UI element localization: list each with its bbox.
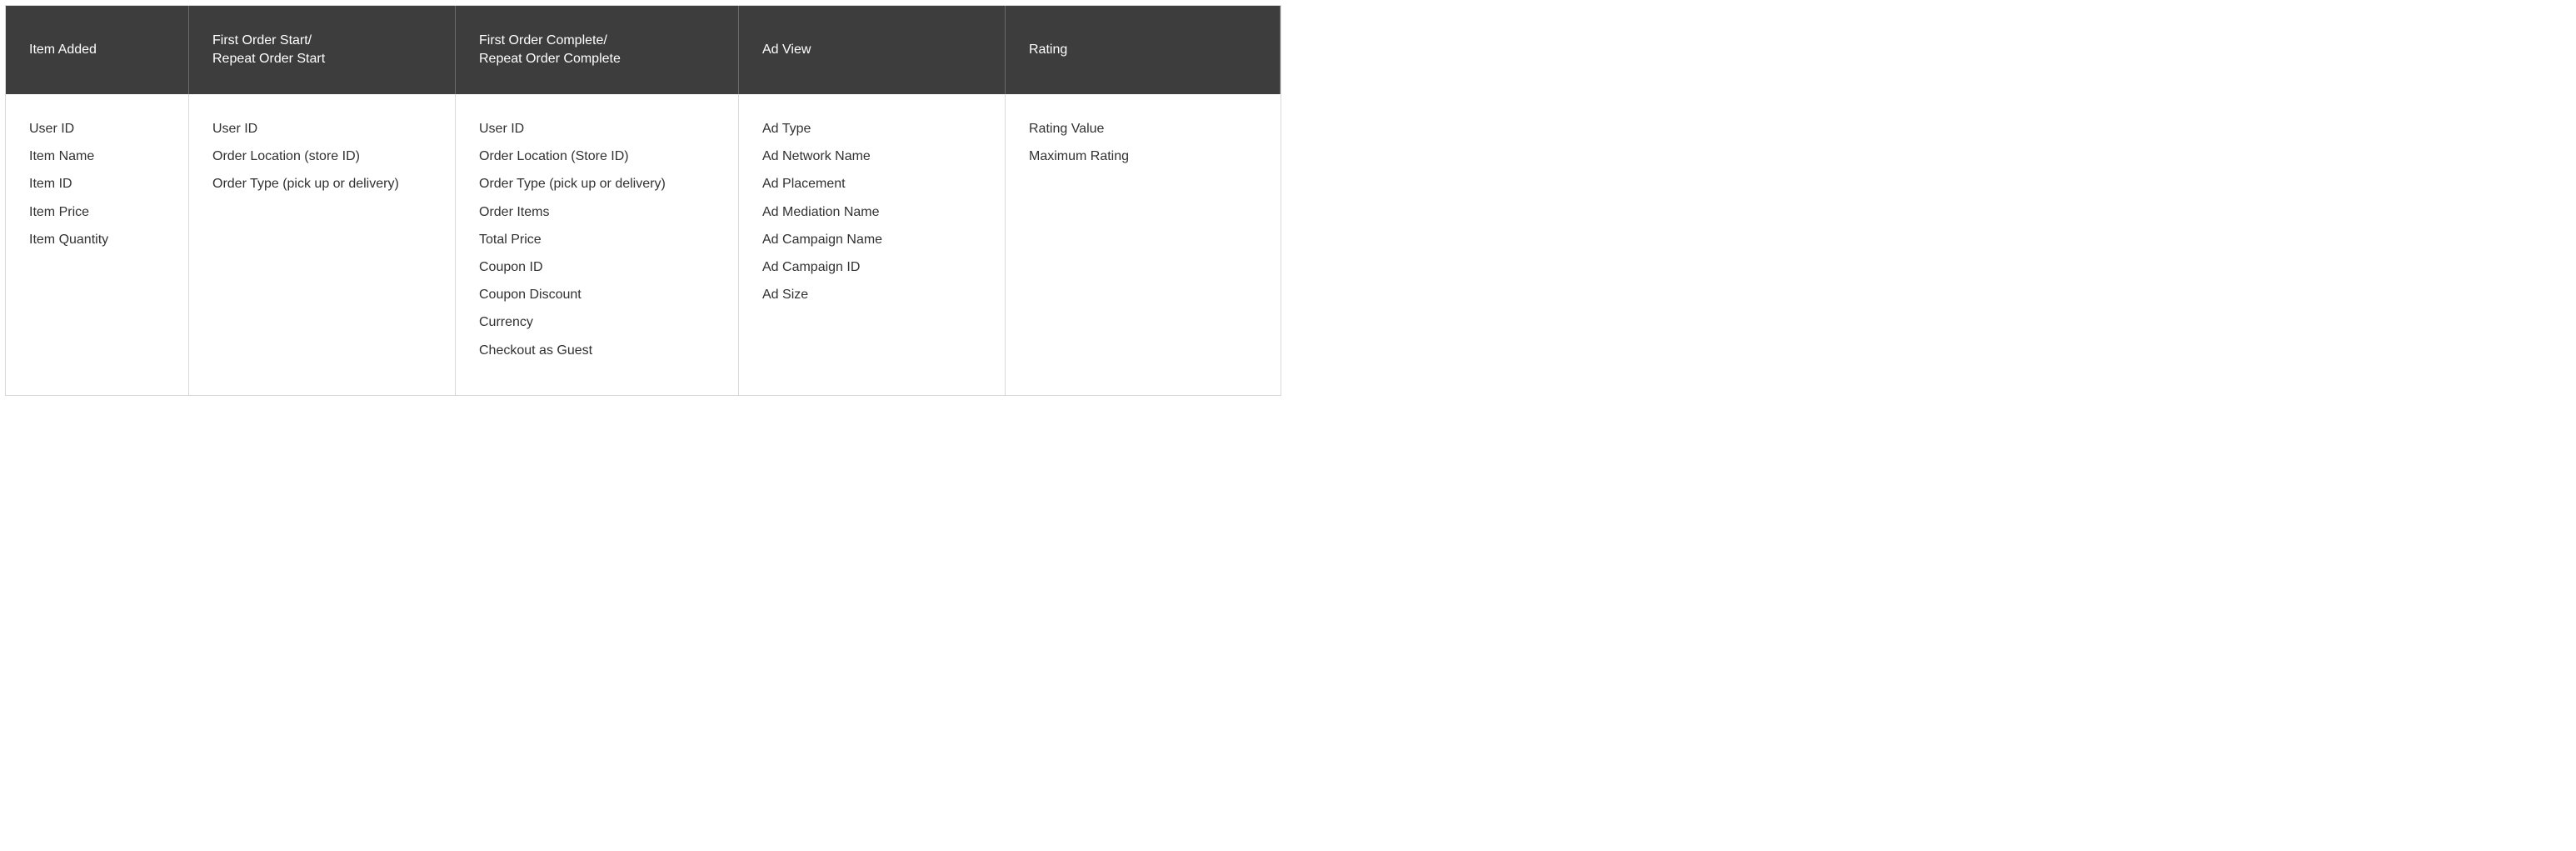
list-item: User ID xyxy=(212,121,432,137)
list-item: Ad Mediation Name xyxy=(762,204,981,220)
list-item: Ad Type xyxy=(762,121,981,137)
list-item: Item Price xyxy=(29,204,165,220)
list-item: Order Location (store ID) xyxy=(212,148,432,164)
header-line: Item Added xyxy=(29,41,165,59)
table-cell: User ID Order Location (Store ID) Order … xyxy=(456,94,739,395)
list-item: Item ID xyxy=(29,176,165,192)
table-cell: User ID Item Name Item ID Item Price Ite… xyxy=(6,94,189,395)
table-header: Ad View xyxy=(739,6,1006,94)
header-line: First Order Start/ xyxy=(212,32,432,50)
table-cell: Rating Value Maximum Rating xyxy=(1006,94,1281,395)
list-item: Maximum Rating xyxy=(1029,148,1257,164)
table-header: Rating xyxy=(1006,6,1281,94)
event-table: Item Added First Order Start/ Repeat Ord… xyxy=(5,5,1281,396)
list-item: Total Price xyxy=(479,232,715,248)
header-line: Repeat Order Start xyxy=(212,50,432,68)
list-item: Order Items xyxy=(479,204,715,220)
list-item: User ID xyxy=(29,121,165,137)
table-header: First Order Complete/ Repeat Order Compl… xyxy=(456,6,739,94)
table-cell: Ad Type Ad Network Name Ad Placement Ad … xyxy=(739,94,1006,395)
table-cell: User ID Order Location (store ID) Order … xyxy=(189,94,456,395)
list-item: Order Type (pick up or delivery) xyxy=(479,176,715,192)
list-item: Ad Placement xyxy=(762,176,981,192)
header-line: Rating xyxy=(1029,41,1256,59)
header-line: Repeat Order Complete xyxy=(479,50,715,68)
list-item: Item Name xyxy=(29,148,165,164)
list-item: Checkout as Guest xyxy=(479,343,715,358)
list-item: Order Type (pick up or delivery) xyxy=(212,176,432,192)
list-item: Rating Value xyxy=(1029,121,1257,137)
list-item: Currency xyxy=(479,314,715,330)
list-item: Ad Network Name xyxy=(762,148,981,164)
list-item: Ad Campaign ID xyxy=(762,259,981,275)
list-item: User ID xyxy=(479,121,715,137)
list-item: Ad Size xyxy=(762,287,981,303)
list-item: Order Location (Store ID) xyxy=(479,148,715,164)
table-header: Item Added xyxy=(6,6,189,94)
header-line: Ad View xyxy=(762,41,981,59)
table-header: First Order Start/ Repeat Order Start xyxy=(189,6,456,94)
header-line: First Order Complete/ xyxy=(479,32,715,50)
list-item: Item Quantity xyxy=(29,232,165,248)
list-item: Coupon Discount xyxy=(479,287,715,303)
list-item: Coupon ID xyxy=(479,259,715,275)
list-item: Ad Campaign Name xyxy=(762,232,981,248)
